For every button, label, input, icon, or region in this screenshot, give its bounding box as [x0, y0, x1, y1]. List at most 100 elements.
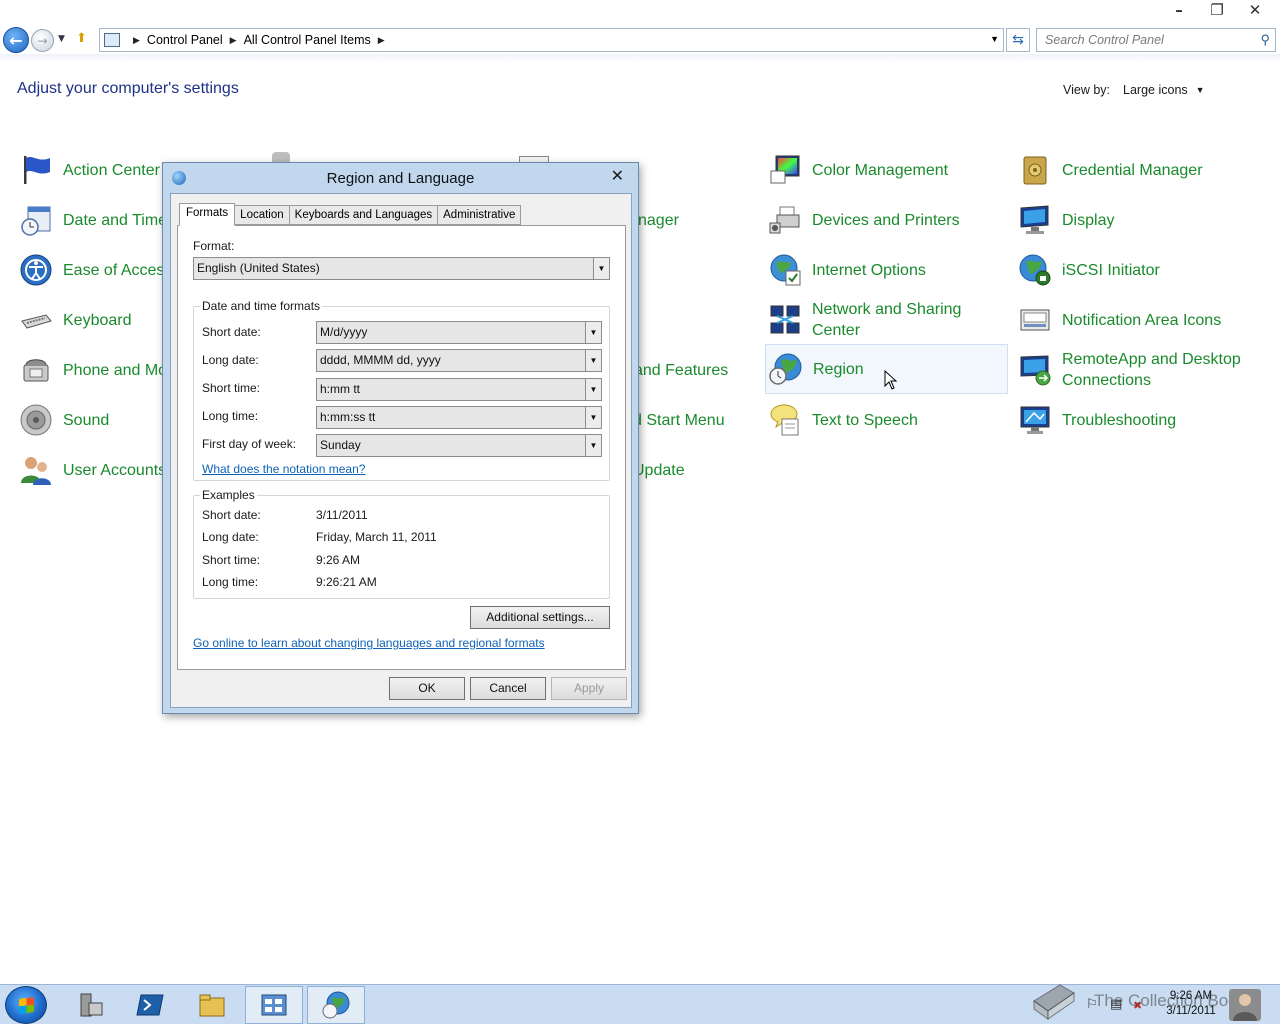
- short-date-value: M/d/yyyy: [320, 325, 368, 339]
- user-icon: [1233, 994, 1257, 1021]
- breadcrumb-arrow-icon[interactable]: ▶: [378, 35, 385, 46]
- up-folder-icon[interactable]: ⬆: [76, 31, 94, 49]
- chevron-down-icon[interactable]: ▼: [585, 322, 601, 343]
- format-select[interactable]: English (United States) ▼: [193, 257, 610, 280]
- cp-item-network-and-sharing-center[interactable]: Network and Sharing Center: [765, 300, 1007, 340]
- powershell-icon: [136, 994, 164, 1016]
- online-help-link[interactable]: Go online to learn about changing langua…: [193, 636, 545, 650]
- breadcrumb-all-items[interactable]: All Control Panel Items: [244, 33, 371, 47]
- cp-item-internet-options[interactable]: Internet Options: [765, 250, 1007, 290]
- example-short-date-value: 3/11/2011: [316, 508, 368, 522]
- dialog-body: Formats Location Keyboards and Languages…: [170, 193, 632, 708]
- additional-settings-button[interactable]: Additional settings...: [470, 606, 610, 629]
- first-day-of-week-value: Sunday: [320, 438, 361, 452]
- folder-icon: [199, 994, 225, 1017]
- cp-item-action-center[interactable]: Action Center: [16, 150, 166, 190]
- notation-help-link[interactable]: What does the notation mean?: [202, 462, 365, 476]
- tab-location[interactable]: Location: [235, 205, 290, 225]
- cp-item-sound[interactable]: Sound: [16, 400, 166, 440]
- breadcrumb-arrow-icon[interactable]: ▶: [133, 35, 140, 46]
- toolbar-shadow: [0, 54, 1280, 62]
- cp-item-label: Sound: [63, 411, 110, 429]
- format-label: Format:: [193, 239, 235, 253]
- cp-item-label: Devices and Printers: [812, 211, 960, 229]
- calendar-clock-icon: [21, 206, 51, 236]
- chevron-down-icon[interactable]: ▼: [585, 435, 601, 456]
- cp-item-notification-area-icons[interactable]: Notification Area Icons: [1015, 300, 1265, 340]
- chevron-down-icon[interactable]: ▼: [585, 379, 601, 400]
- monitor-icon: [1020, 205, 1049, 234]
- cp-item-color-management[interactable]: Color Management: [765, 150, 1007, 190]
- tab-strip: Formats Location Keyboards and Languages…: [179, 203, 522, 226]
- page-title: Adjust your computer's settings: [17, 80, 239, 97]
- ok-button[interactable]: OK: [389, 677, 465, 700]
- example-long-date-label: Long date:: [202, 530, 259, 544]
- search-input[interactable]: Search Control Panel ⚲: [1036, 28, 1276, 52]
- address-bar[interactable]: ▶ Control Panel ▶ All Control Panel Item…: [99, 28, 1004, 52]
- cp-item-troubleshooting[interactable]: Troubleshooting: [1015, 400, 1265, 440]
- apply-button[interactable]: Apply: [551, 677, 627, 700]
- tab-keyboards-and-languages[interactable]: Keyboards and Languages: [289, 205, 439, 225]
- cp-item-credential-manager[interactable]: Credential Manager: [1015, 150, 1265, 190]
- recent-pages-dropdown[interactable]: ▼: [58, 34, 65, 44]
- cp-item-label: Update: [633, 461, 685, 479]
- short-date-select[interactable]: M/d/yyyy ▼: [316, 321, 602, 344]
- long-time-select[interactable]: h:mm:ss tt ▼: [316, 406, 602, 429]
- cp-item-devices-and-printers[interactable]: Devices and Printers: [765, 200, 1007, 240]
- taskbar-explorer[interactable]: [183, 986, 241, 1024]
- minimize-icon[interactable]: –: [1168, 0, 1190, 20]
- long-time-label: Long time:: [202, 409, 259, 423]
- cp-item-iscsi-initiator[interactable]: iSCSI Initiator: [1015, 250, 1265, 290]
- example-short-time-value: 9:26 AM: [316, 553, 361, 567]
- restore-icon[interactable]: ❐: [1206, 0, 1228, 20]
- close-icon[interactable]: ✕: [611, 166, 624, 185]
- control-panel-icon: [261, 994, 287, 1016]
- taskbar-region-and-language[interactable]: [307, 986, 365, 1024]
- cp-item-date-and-time[interactable]: Date and Time: [16, 200, 168, 240]
- short-date-label: Short date:: [202, 325, 261, 339]
- flag-icon: [24, 156, 50, 184]
- cp-item-phone-and-modem[interactable]: Phone and Mo: [16, 350, 167, 390]
- first-day-of-week-select[interactable]: Sunday ▼: [316, 434, 602, 457]
- cancel-button[interactable]: Cancel: [470, 677, 546, 700]
- view-by-selector[interactable]: View by: Large icons ▼: [1063, 83, 1205, 98]
- cp-item-label-line1: Network and Sharing: [812, 301, 962, 318]
- cp-item-user-accounts[interactable]: User Accounts: [16, 450, 166, 490]
- cp-item-ease-of-access[interactable]: Ease of Access: [16, 250, 172, 290]
- system-clock[interactable]: 9:26 AM 3/11/2011: [1160, 989, 1222, 1019]
- view-by-value[interactable]: Large icons: [1123, 83, 1188, 98]
- breadcrumb-control-panel[interactable]: Control Panel: [147, 33, 223, 47]
- refresh-button[interactable]: ⇆: [1006, 28, 1030, 52]
- cp-item-label: Date and Time: [63, 211, 168, 229]
- breadcrumb-arrow-icon[interactable]: ▶: [230, 35, 237, 46]
- cp-item-label: Troubleshooting: [1062, 411, 1177, 429]
- group-title: Examples: [200, 488, 257, 502]
- view-by-label: View by:: [1063, 83, 1111, 97]
- chevron-down-icon[interactable]: ▼: [1196, 83, 1205, 98]
- back-button[interactable]: ←: [3, 27, 29, 53]
- tab-formats[interactable]: Formats: [179, 203, 236, 226]
- chevron-down-icon[interactable]: ▼: [593, 258, 609, 279]
- iscsi-globe-icon: [1019, 254, 1051, 286]
- tab-administrative[interactable]: Administrative: [438, 205, 522, 225]
- forward-button[interactable]: →: [31, 29, 54, 52]
- taskbar-control-panel[interactable]: [245, 986, 303, 1024]
- cp-item-keyboard[interactable]: Keyboard: [16, 300, 166, 340]
- long-date-select[interactable]: dddd, MMMM dd, yyyy ▼: [316, 349, 602, 372]
- start-button[interactable]: [5, 986, 47, 1024]
- short-time-select[interactable]: h:mm tt ▼: [316, 378, 602, 401]
- taskbar-server-manager[interactable]: [61, 986, 119, 1024]
- taskbar-powershell[interactable]: [121, 986, 179, 1024]
- cp-item-display[interactable]: Display: [1015, 200, 1265, 240]
- cp-item-region[interactable]: Region: [765, 344, 1008, 394]
- chevron-down-icon[interactable]: ▼: [585, 407, 601, 428]
- speech-bubble-icon: [770, 404, 799, 436]
- cp-item-label: nager: [638, 211, 679, 229]
- search-icon[interactable]: ⚲: [1260, 32, 1270, 48]
- cp-item-remoteapp-and-desktop-connections[interactable]: RemoteApp and Desktop Connections: [1015, 350, 1265, 390]
- cp-item-text-to-speech[interactable]: Text to Speech: [765, 400, 1007, 440]
- group-title: Date and time formats: [200, 299, 323, 313]
- chevron-down-icon[interactable]: ▼: [585, 350, 601, 371]
- address-dropdown-icon[interactable]: ▼: [990, 34, 999, 44]
- close-icon[interactable]: ✕: [1244, 0, 1266, 20]
